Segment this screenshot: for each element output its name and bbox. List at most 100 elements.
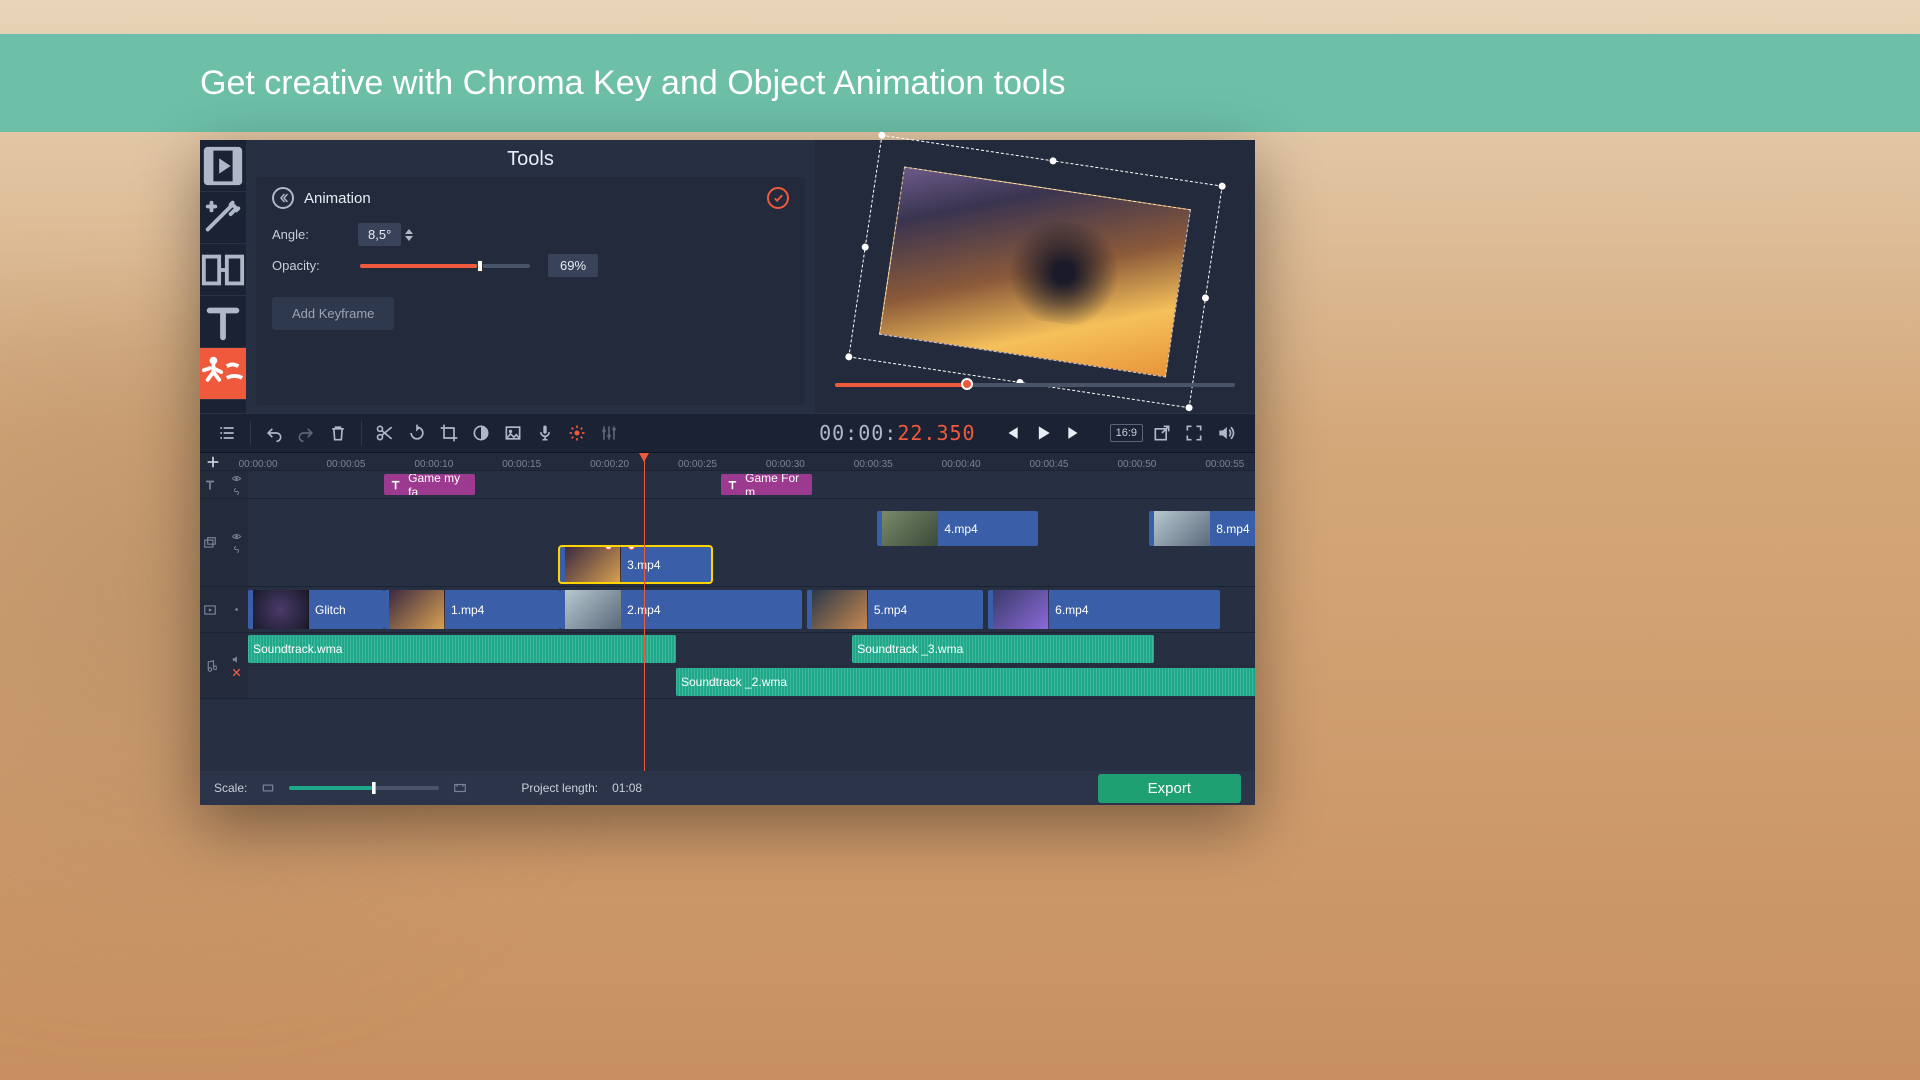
detach-preview-button[interactable] (1149, 420, 1175, 446)
transform-handle-icon[interactable] (877, 131, 885, 139)
audio-clip[interactable]: Soundtrack _3.wma (852, 635, 1154, 663)
fullscreen-button[interactable] (1181, 420, 1207, 446)
clip-label: 1.mp4 (451, 603, 484, 617)
animation-tab-button[interactable] (200, 348, 246, 400)
filters-tab-button[interactable] (200, 192, 246, 244)
angle-value-input[interactable]: 8,5° (358, 223, 401, 246)
zoom-slider-thumb-icon[interactable] (372, 782, 376, 794)
clip-thumbnail (812, 590, 868, 629)
overlay-video-clip[interactable]: 8.mp4 (1149, 511, 1255, 546)
transform-handle-icon[interactable] (844, 353, 852, 361)
track-head-overlay (200, 499, 248, 586)
undo-button[interactable] (261, 420, 287, 446)
clip-thumbnail (993, 590, 1049, 629)
visibility-toggle-icon[interactable] (231, 473, 242, 484)
preview-canvas[interactable] (855, 167, 1215, 377)
volume-button[interactable] (1213, 420, 1239, 446)
prev-frame-button[interactable] (998, 420, 1024, 446)
track-main-video: Glitch 1.mp4 2.mp45.mp46.mp4 (200, 587, 1255, 633)
back-icon[interactable] (272, 187, 294, 209)
playhead-icon[interactable] (644, 453, 645, 771)
angle-step-down-icon[interactable] (405, 236, 413, 241)
play-button[interactable] (1030, 420, 1056, 446)
timecode-prefix: 00:00: (819, 421, 897, 445)
titles-tab-button[interactable] (200, 296, 246, 348)
media-tab-button[interactable] (200, 140, 246, 192)
aspect-ratio-button[interactable]: 16:9 (1110, 424, 1143, 442)
scale-label: Scale: (214, 781, 247, 795)
audio-clip[interactable]: Soundtrack.wma (248, 635, 676, 663)
audio-clip[interactable]: Soundtrack _2.wma (676, 668, 1255, 696)
add-keyframe-button[interactable]: Add Keyframe (272, 297, 394, 330)
preview-scrubber[interactable] (835, 383, 1235, 387)
angle-step-up-icon[interactable] (405, 229, 413, 234)
tools-panel-title: Tools (256, 148, 805, 171)
track-title: Game my fa Game For m (200, 471, 1255, 499)
promo-banner: Get creative with Chroma Key and Object … (0, 34, 1920, 132)
timeline-ruler[interactable]: 00:00:0000:00:0500:00:1000:00:1500:00:20… (200, 453, 1255, 471)
transform-handle-icon[interactable] (1048, 157, 1056, 165)
video-track-icon (203, 603, 217, 617)
ruler-tick: 00:00:40 (942, 459, 981, 470)
ruler-tick: 00:00:05 (326, 459, 365, 470)
voiceover-button[interactable] (532, 420, 558, 446)
audio-detach-icon[interactable] (231, 667, 242, 678)
audio-track-icon (203, 659, 217, 673)
opacity-slider[interactable] (360, 264, 530, 268)
redo-button[interactable] (293, 420, 319, 446)
transform-handle-icon[interactable] (1201, 293, 1209, 301)
left-sidebar (200, 140, 246, 413)
title-clip[interactable]: Game my fa (384, 474, 475, 495)
zoom-fit-icon[interactable] (453, 781, 467, 795)
title-clip[interactable]: Game For m (721, 474, 812, 495)
apply-icon[interactable] (767, 187, 789, 209)
main-video-clip[interactable]: 6.mp4 (988, 590, 1220, 629)
transform-handle-icon[interactable] (1218, 182, 1226, 190)
link-toggle-icon[interactable] (231, 486, 242, 497)
add-track-icon[interactable] (206, 455, 220, 469)
main-video-clip[interactable]: 1.mp4 (384, 590, 560, 629)
main-video-clip[interactable]: 2.mp4 (560, 590, 802, 629)
transform-handle-icon[interactable] (861, 243, 869, 251)
link-toggle-icon[interactable] (231, 544, 242, 555)
track-head-audio (200, 633, 248, 698)
overlay-video-clip[interactable]: 3.mp4 (560, 547, 711, 582)
opacity-label: Opacity: (272, 258, 358, 273)
mute-toggle-icon[interactable] (231, 654, 242, 665)
overlay-video-clip[interactable]: 4.mp4 (877, 511, 1038, 546)
next-frame-button[interactable] (1062, 420, 1088, 446)
zoom-out-icon[interactable] (261, 781, 275, 795)
promo-headline: Get creative with Chroma Key and Object … (200, 64, 1066, 103)
timecode-frames: 22.350 (897, 421, 975, 445)
crop-button[interactable] (436, 420, 462, 446)
equalizer-button[interactable] (596, 420, 622, 446)
main-video-clip[interactable]: Glitch (248, 590, 384, 629)
visibility-toggle-icon[interactable] (231, 604, 242, 615)
rotate-button[interactable] (404, 420, 430, 446)
track-head-main (200, 587, 248, 632)
visibility-toggle-icon[interactable] (231, 531, 242, 542)
clip-label: Game For m (745, 474, 807, 495)
delete-button[interactable] (325, 420, 351, 446)
timeline-mode-icon[interactable] (214, 420, 240, 446)
status-bar: Scale: Project length: 01:08 Export (200, 771, 1255, 805)
clip-properties-button[interactable] (564, 420, 590, 446)
ruler-tick: 00:00:45 (1030, 459, 1069, 470)
transform-handle-icon[interactable] (1185, 404, 1193, 412)
clip-label: Game my fa (408, 474, 469, 495)
split-button[interactable] (372, 420, 398, 446)
ruler-tick: 00:00:20 (590, 459, 629, 470)
keyframe-marker-icon[interactable] (628, 547, 635, 550)
ruler-tick: 00:00:35 (854, 459, 893, 470)
track-head-title (200, 471, 248, 498)
chroma-key-button[interactable] (500, 420, 526, 446)
main-video-clip[interactable]: 5.mp4 (807, 590, 983, 629)
track-audio: Soundtrack.wma Soundtrack _3.wma Soundtra… (200, 633, 1255, 699)
keyframe-marker-icon[interactable] (605, 547, 612, 550)
scrubber-thumb-icon[interactable] (961, 378, 973, 390)
preview-panel (815, 140, 1255, 413)
export-button[interactable]: Export (1098, 774, 1241, 803)
transitions-tab-button[interactable] (200, 244, 246, 296)
zoom-slider[interactable] (289, 786, 439, 790)
color-adjust-button[interactable] (468, 420, 494, 446)
